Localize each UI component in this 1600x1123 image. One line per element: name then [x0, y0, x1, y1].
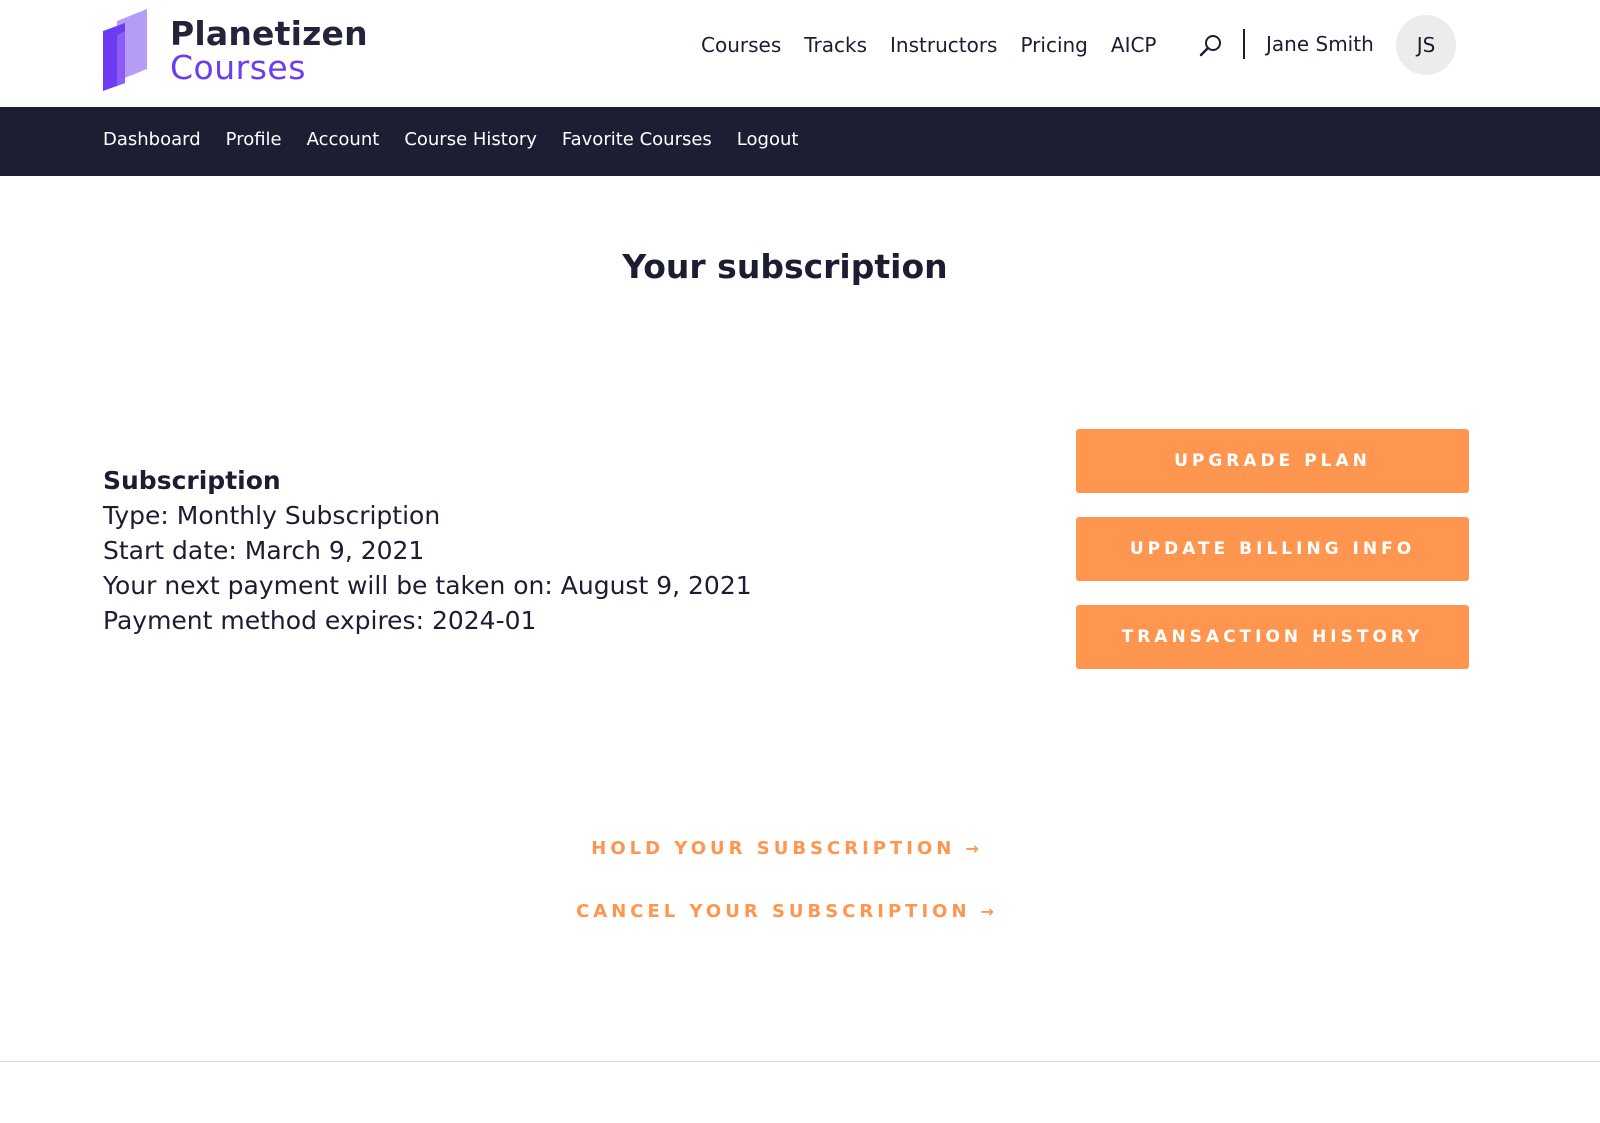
transaction-history-button[interactable]: TRANSACTION HISTORY	[1076, 605, 1469, 669]
logo-wordmark: Planetizen Courses	[170, 17, 368, 84]
subscription-links: HOLD YOUR SUBSCRIPTION → CANCEL YOUR SUB…	[0, 838, 1570, 964]
subscription-details: Subscription Type: Monthly Subscription …	[103, 463, 752, 638]
page-title: Your subscription	[622, 247, 948, 286]
user-name[interactable]: Jane Smith	[1266, 32, 1374, 56]
subnav-profile[interactable]: Profile	[226, 129, 282, 150]
subscription-next-payment: Your next payment will be taken on: Augu…	[103, 571, 752, 600]
header-divider	[1243, 29, 1245, 59]
hold-subscription-label: HOLD YOUR SUBSCRIPTION	[591, 838, 956, 859]
subscription-heading: Subscription	[103, 466, 281, 495]
nav-tracks[interactable]: Tracks	[804, 33, 867, 57]
footer-divider	[0, 1061, 1600, 1062]
nav-instructors[interactable]: Instructors	[890, 33, 997, 57]
subnav-logout[interactable]: Logout	[737, 129, 799, 150]
payment-method-expiry: Payment method expires: 2024-01	[103, 606, 537, 635]
site-header: Planetizen Courses Courses Tracks Instru…	[0, 0, 1600, 107]
nav-courses[interactable]: Courses	[701, 33, 781, 57]
subnav-items: Dashboard Profile Account Course History…	[103, 129, 823, 150]
cancel-subscription-link[interactable]: CANCEL YOUR SUBSCRIPTION →	[576, 901, 994, 922]
search-icon-glyph	[1199, 35, 1221, 57]
logo-text-planetizen: Planetizen	[170, 14, 368, 53]
logo-mark-icon	[103, 9, 147, 91]
nav-aicp[interactable]: AICP	[1111, 33, 1157, 57]
cancel-subscription-label: CANCEL YOUR SUBSCRIPTION	[576, 901, 971, 922]
subscription-start-date: Start date: March 9, 2021	[103, 536, 425, 565]
hold-link-row: HOLD YOUR SUBSCRIPTION →	[0, 838, 1570, 864]
nav-pricing[interactable]: Pricing	[1020, 33, 1087, 57]
subnav-course-history[interactable]: Course History	[404, 129, 537, 150]
arrow-right-icon: →	[980, 902, 994, 921]
account-subnav: Dashboard Profile Account Course History…	[0, 107, 1600, 176]
logo-text-courses: Courses	[170, 48, 306, 87]
subscription-actions: UPGRADE PLAN UPDATE BILLING INFO TRANSAC…	[1076, 429, 1469, 693]
search-icon[interactable]	[1198, 33, 1224, 59]
arrow-right-icon: →	[965, 839, 979, 858]
subscription-type: Type: Monthly Subscription	[103, 501, 441, 530]
subnav-account[interactable]: Account	[307, 129, 380, 150]
cancel-link-row: CANCEL YOUR SUBSCRIPTION →	[0, 901, 1570, 927]
hold-subscription-link[interactable]: HOLD YOUR SUBSCRIPTION →	[591, 838, 978, 859]
upgrade-plan-button[interactable]: UPGRADE PLAN	[1076, 429, 1469, 493]
planetizen-courses-logo[interactable]: Planetizen Courses	[103, 9, 373, 91]
subnav-dashboard[interactable]: Dashboard	[103, 129, 201, 150]
update-billing-info-button[interactable]: UPDATE BILLING INFO	[1076, 517, 1469, 581]
subnav-favorite-courses[interactable]: Favorite Courses	[562, 129, 712, 150]
main-nav: Courses Tracks Instructors Pricing AICP	[701, 32, 1157, 58]
avatar[interactable]: JS	[1396, 15, 1456, 75]
